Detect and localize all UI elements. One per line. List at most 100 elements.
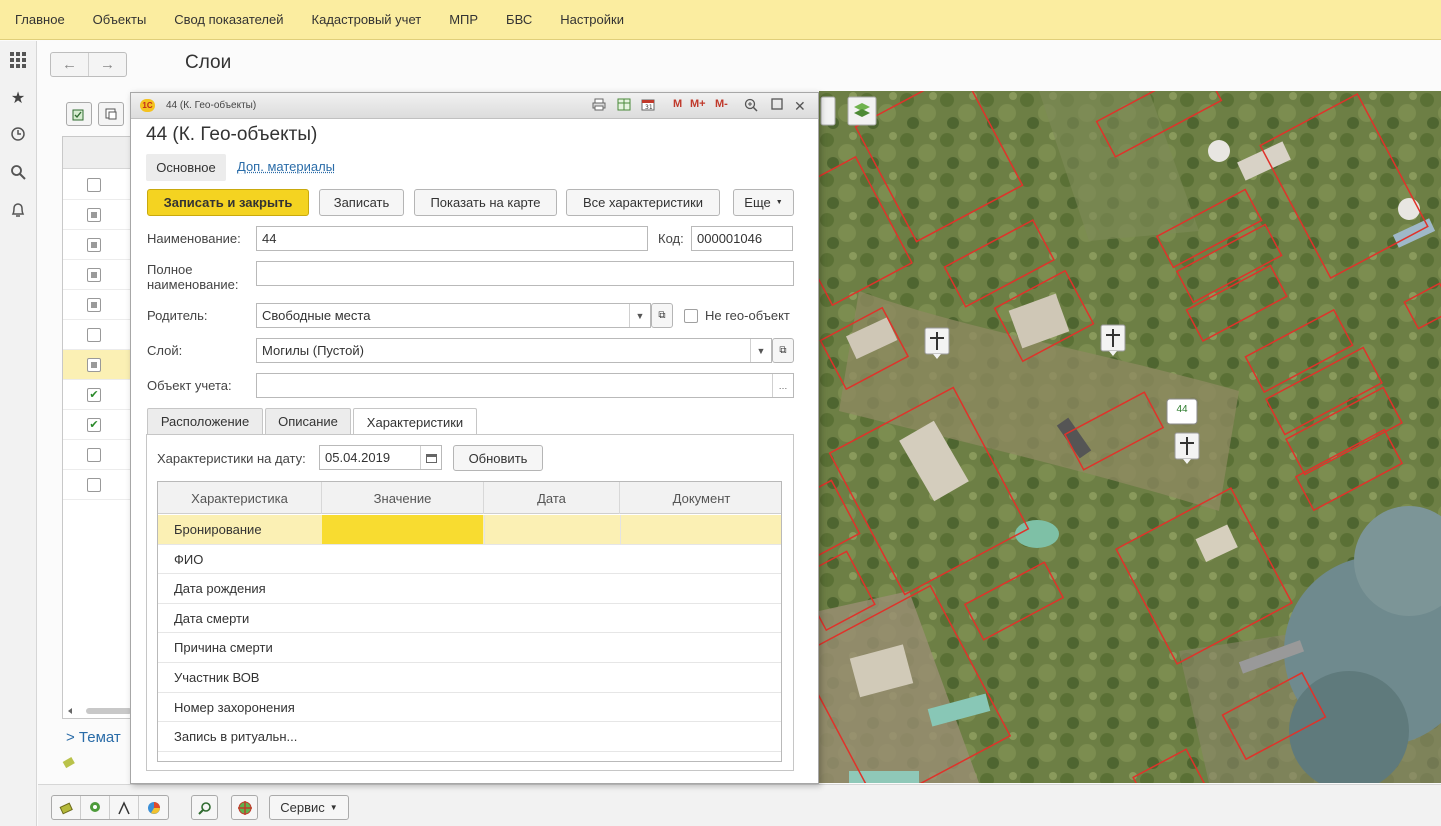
memory-button[interactable]: M	[673, 98, 682, 110]
crosshair-button[interactable]	[231, 795, 258, 820]
tab-characteristics[interactable]: Характеристики	[353, 408, 477, 436]
layer-checkbox[interactable]	[87, 298, 101, 312]
layer-checkbox[interactable]	[87, 328, 101, 342]
layer-checkbox[interactable]	[87, 358, 101, 372]
code-field[interactable]	[691, 226, 793, 251]
table-row[interactable]: Запись в ритуальн...	[158, 722, 781, 752]
forward-arrow-icon[interactable]: →	[89, 53, 126, 76]
bell-icon[interactable]	[7, 199, 29, 221]
save-and-close-button[interactable]: Записать и закрыть	[147, 189, 309, 216]
show-on-map-button[interactable]: Показать на карте	[414, 189, 557, 216]
layer-checkbox[interactable]	[87, 238, 101, 252]
tab-description[interactable]: Описание	[265, 408, 351, 435]
list-item[interactable]	[63, 260, 137, 290]
pie-chart-tool-icon[interactable]	[139, 796, 168, 819]
orthophoto-map[interactable]: 44	[819, 91, 1441, 783]
open-layer-button[interactable]: ⧉	[772, 338, 794, 363]
table-row[interactable]: Бронирование	[158, 515, 781, 545]
menu-item-bvs[interactable]: БВС	[506, 12, 532, 27]
tab-location[interactable]: Расположение	[147, 408, 263, 435]
star-icon[interactable]: ★	[7, 87, 29, 109]
apps-grid-icon[interactable]	[7, 49, 29, 71]
zoom-button[interactable]	[191, 795, 218, 820]
zoom-in-icon[interactable]	[744, 98, 758, 115]
table-row[interactable]: Участник ВОВ	[158, 663, 781, 693]
menu-item-objects[interactable]: Объекты	[93, 12, 147, 27]
list-item[interactable]: ✔	[63, 410, 137, 440]
legend-tab[interactable]	[62, 755, 123, 783]
all-characteristics-button[interactable]: Все характеристики	[566, 189, 720, 216]
grave-marker-icon[interactable]	[1100, 324, 1126, 356]
layers-tool-icon[interactable]	[52, 796, 81, 819]
name-field[interactable]	[256, 226, 648, 251]
search-icon[interactable]	[7, 161, 29, 183]
more-menu-button[interactable]: Еще ▼	[733, 189, 794, 216]
dropdown-arrow-icon[interactable]: ▼	[629, 304, 650, 327]
maximize-icon[interactable]	[771, 98, 783, 113]
column-header-date[interactable]: Дата	[484, 482, 620, 514]
grave-marker-icon[interactable]	[924, 327, 950, 359]
list-item[interactable]	[63, 200, 137, 230]
calendar-icon[interactable]	[420, 446, 441, 469]
table-row[interactable]: Номер захоронения	[158, 693, 781, 723]
tab-additional-materials[interactable]: Доп. материалы	[237, 159, 335, 174]
table-icon[interactable]	[617, 98, 631, 114]
list-item[interactable]: ✔	[63, 380, 137, 410]
menu-item-indicators[interactable]: Свод показателей	[174, 12, 283, 27]
refresh-button[interactable]: Обновить	[453, 445, 543, 471]
column-header-characteristic[interactable]: Характеристика	[158, 482, 322, 514]
thematic-group-toggle[interactable]: > Темат	[66, 729, 121, 746]
list-item[interactable]	[63, 470, 137, 500]
service-menu-button[interactable]: Сервис ▼	[269, 795, 349, 820]
calendar-icon[interactable]: 31	[641, 98, 655, 114]
list-item[interactable]	[63, 230, 137, 260]
menu-item-mpr[interactable]: МПР	[449, 12, 478, 27]
dropdown-arrow-icon[interactable]: ▼	[750, 339, 771, 362]
column-header-value[interactable]: Значение	[322, 482, 484, 514]
table-row[interactable]: Дата рождения	[158, 574, 781, 604]
layer-checkbox[interactable]	[87, 208, 101, 222]
fullname-field[interactable]	[256, 261, 794, 286]
layer-checkbox[interactable]: ✔	[87, 388, 101, 402]
layers-select-button[interactable]	[66, 102, 92, 126]
back-arrow-icon[interactable]: ←	[51, 53, 89, 76]
table-row[interactable]: ФИО	[158, 545, 781, 575]
not-geo-object-checkbox[interactable]	[684, 309, 698, 323]
route-tool-icon[interactable]	[110, 796, 139, 819]
characteristics-date-field[interactable]: 05.04.2019	[319, 445, 442, 470]
grave-marker-icon[interactable]	[1174, 432, 1200, 464]
ellipsis-select-icon[interactable]: …	[772, 374, 793, 397]
layers-copy-button[interactable]	[98, 102, 124, 126]
history-icon[interactable]	[7, 123, 29, 145]
layer-checkbox[interactable]	[87, 478, 101, 492]
parent-field[interactable]: Свободные места ▼	[256, 303, 651, 328]
close-icon[interactable]: ✕	[794, 98, 806, 115]
layer-checkbox[interactable]: ✔	[87, 418, 101, 432]
list-item[interactable]	[63, 170, 137, 200]
list-item[interactable]	[63, 440, 137, 470]
layer-checkbox[interactable]	[87, 178, 101, 192]
layer-checkbox[interactable]	[87, 448, 101, 462]
layer-checkbox[interactable]	[87, 268, 101, 282]
account-object-field[interactable]: …	[256, 373, 794, 398]
table-row[interactable]: Причина смерти	[158, 633, 781, 663]
list-item[interactable]	[63, 320, 137, 350]
list-item[interactable]	[63, 350, 137, 380]
tab-main[interactable]: Основное	[146, 154, 226, 181]
menu-item-main[interactable]: Главное	[15, 12, 65, 27]
menu-item-settings[interactable]: Настройки	[560, 12, 624, 27]
window-titlebar[interactable]: 1С 44 (К. Гео-объекты) 31 M M+ M- ✕	[131, 93, 818, 119]
column-header-document[interactable]: Документ	[620, 482, 781, 514]
save-button[interactable]: Записать	[319, 189, 404, 216]
value-cell-active[interactable]	[322, 515, 483, 544]
map-zoom-button-partial[interactable]	[820, 96, 836, 126]
location-tool-icon[interactable]	[81, 796, 110, 819]
table-row[interactable]: Дата смерти	[158, 604, 781, 634]
open-parent-button[interactable]: ⧉	[651, 303, 673, 328]
layers-hscrollbar[interactable]	[66, 705, 134, 717]
layer-field[interactable]: Могилы (Пустой) ▼	[256, 338, 772, 363]
print-icon[interactable]	[592, 98, 606, 114]
list-item[interactable]	[63, 290, 137, 320]
menu-item-cadastre[interactable]: Кадастровый учет	[312, 12, 422, 27]
memory-plus-button[interactable]: M+	[690, 98, 706, 110]
